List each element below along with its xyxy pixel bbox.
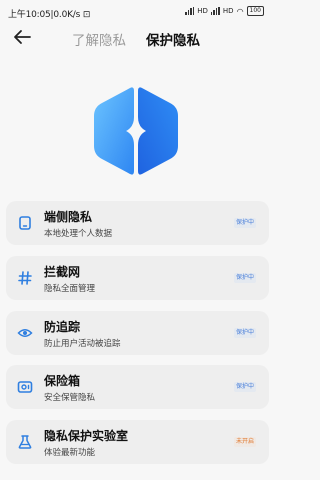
card-title: 端侧隐私 <box>44 210 93 224</box>
privacy-shield-logo <box>90 85 182 177</box>
network-label-2: HD <box>222 7 234 15</box>
status-badge: 未开启 <box>233 437 256 447</box>
status-badge: 保护中 <box>233 382 256 392</box>
status-badge: 保护中 <box>233 218 256 228</box>
status-badge: 保护中 <box>233 273 256 283</box>
status-speed: 0.0K/s <box>53 10 81 20</box>
card-blocking-net[interactable]: 拦截网 隐私全面管理 保护中 <box>6 256 269 300</box>
privacy-shield-icon <box>94 87 178 175</box>
signal-icon-2 <box>210 7 220 15</box>
notification-icon: ⊡ <box>82 10 91 20</box>
card-title: 拦截网 <box>44 265 81 279</box>
card-subtitle: 安全保管隐私 <box>44 393 96 403</box>
wifi-icon: ◠ <box>236 6 244 16</box>
hash-icon <box>18 271 32 285</box>
status-left: 上午10:05|0.0K/s ⊡ <box>8 7 90 20</box>
safe-box-icon <box>17 381 33 393</box>
card-title: 保险箱 <box>44 374 81 388</box>
card-title: 隐私保护实验室 <box>44 429 129 443</box>
card-subtitle: 本地处理个人数据 <box>44 229 113 239</box>
back-button[interactable] <box>12 28 32 46</box>
status-badge: 保护中 <box>233 328 256 338</box>
flask-icon <box>18 435 32 449</box>
network-label-1: HD <box>197 7 208 15</box>
tab-learn-privacy[interactable]: 了解隐私 <box>72 29 126 49</box>
card-subtitle: 防止用户活动被追踪 <box>44 339 121 349</box>
status-right: HD HD ◠ 100 <box>185 6 264 16</box>
status-time: 上午10:05 <box>8 10 51 20</box>
card-subtitle: 隐私全面管理 <box>44 284 96 294</box>
arrow-left-icon <box>14 30 31 44</box>
card-title: 防追踪 <box>44 320 81 334</box>
card-subtitle: 体验最新功能 <box>44 448 96 458</box>
status-bar: 上午10:05|0.0K/s ⊡ HD HD ◠ 100 <box>0 0 270 26</box>
header: 了解隐私 保护隐私 <box>0 26 270 49</box>
card-anti-tracking[interactable]: 防追踪 防止用户活动被追踪 保护中 <box>6 311 269 355</box>
battery-icon: 100 <box>246 6 264 16</box>
card-privacy-lab[interactable]: 隐私保护实验室 体验最新功能 未开启 <box>6 420 269 464</box>
card-safe-box[interactable]: 保险箱 安全保管隐私 保护中 <box>6 365 269 409</box>
card-local-privacy[interactable]: 端侧隐私 本地处理个人数据 保护中 <box>6 201 269 245</box>
signal-icon <box>185 7 195 15</box>
phone-icon <box>19 216 31 230</box>
tab-protect-privacy[interactable]: 保护隐私 <box>146 29 200 49</box>
eye-icon <box>17 329 33 337</box>
